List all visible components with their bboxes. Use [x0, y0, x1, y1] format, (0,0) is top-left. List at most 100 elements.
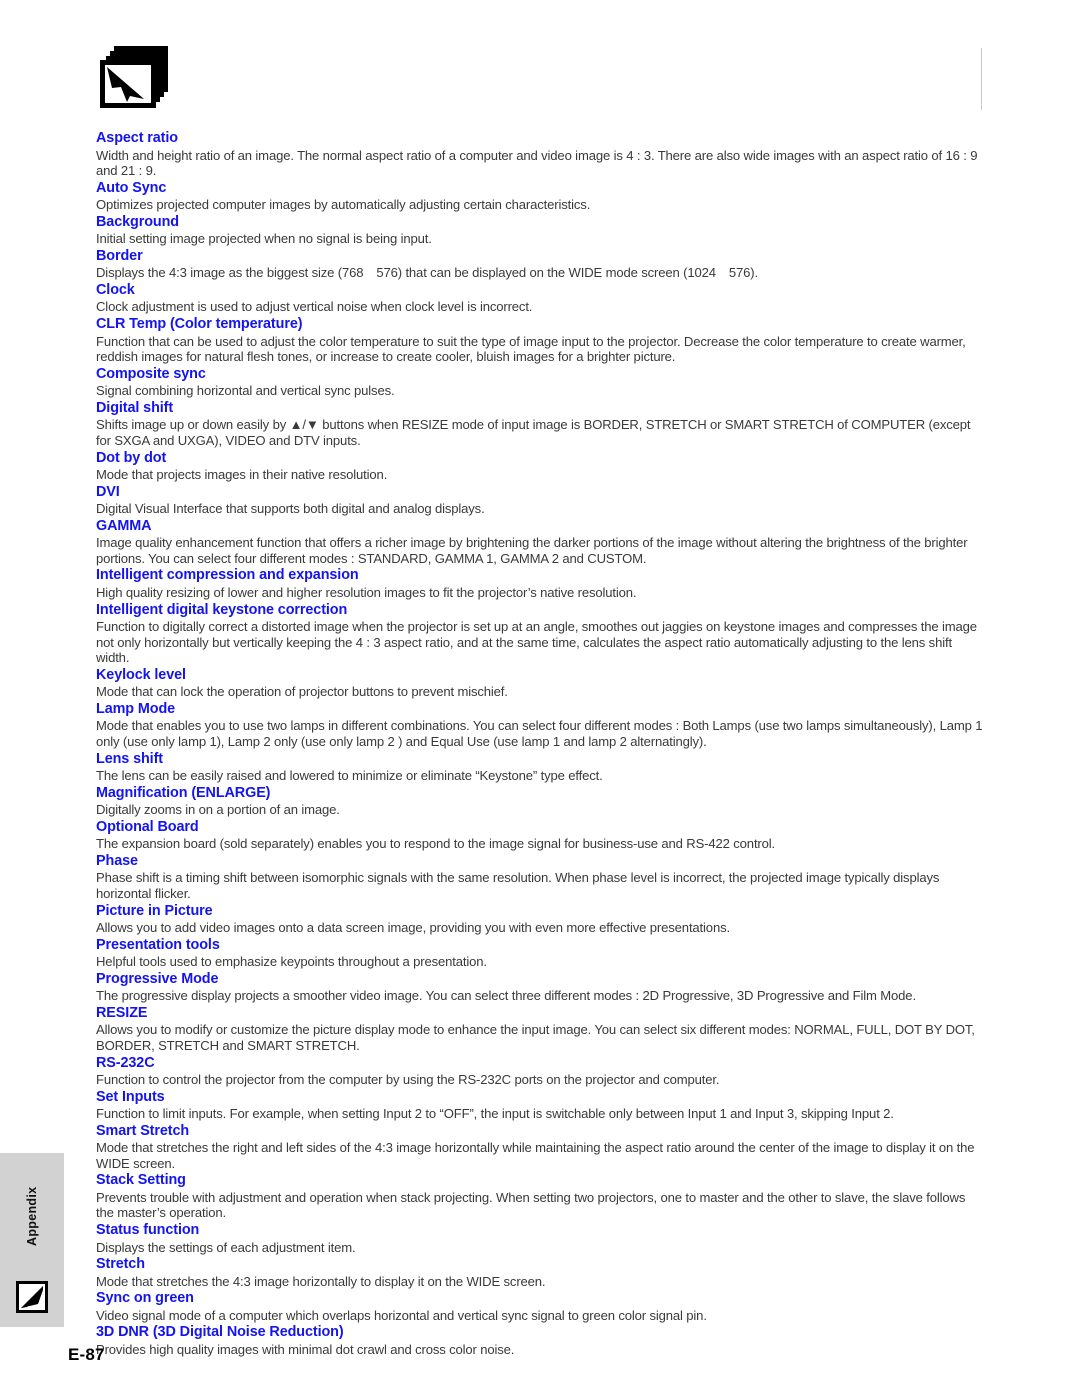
term-label: RS-232C [96, 1054, 155, 1071]
term-label: RESIZE [96, 1004, 148, 1021]
term-label: Background [96, 213, 179, 230]
glossary-entry-dvi: DVI Digital Visual Interface that suppor… [96, 484, 984, 517]
term-description: Width and height ratio of an image. The … [96, 147, 978, 179]
term-description: Provides high quality images with minima… [96, 1341, 515, 1357]
term-description: Digitally zooms in on a portion of an im… [96, 802, 340, 818]
term-description: Function to digitally correct a distorte… [96, 619, 977, 666]
border-desc-part3: 576). [728, 265, 758, 281]
term-label: Intelligent digital keystone correction [96, 601, 348, 618]
term-description: Optimizes projected computer images by a… [96, 197, 591, 213]
glossary-entry-picture-in-picture: Picture in Picture Allows you to add vid… [96, 903, 984, 936]
glossary-entry-phase: Phase Phase shift is a timing shift betw… [96, 853, 984, 902]
term-description: Clock adjustment is used to adjust verti… [96, 299, 533, 315]
glossary-entry-intelligent-compression: Intelligent compression and expansion Hi… [96, 567, 984, 600]
term-label: Stretch [96, 1256, 145, 1273]
term-label: Stack Setting [96, 1172, 186, 1189]
glossary-entry-lamp-mode: Lamp Mode Mode that enables you to use t… [96, 701, 984, 750]
page-corner-icon [16, 1281, 48, 1313]
page-number: E-87 [68, 1345, 105, 1364]
stacked-pages-icon [100, 46, 168, 108]
term-label: Sync on green [96, 1290, 194, 1307]
term-label: CLR Temp (Color temperature) [96, 316, 303, 333]
term-description: Function to control the projector from t… [96, 1072, 720, 1087]
term-description: Mode that stretches the 4:3 image horizo… [96, 1273, 546, 1289]
term-description: Phase shift is a timing shift between is… [96, 870, 940, 901]
glossary-entry-background: Background Initial setting image project… [96, 214, 984, 247]
term-label: Aspect ratio [96, 130, 178, 146]
glossary-entry-optional-board: Optional Board The expansion board (sold… [96, 819, 984, 852]
term-description: Allows you to modify or customize the pi… [96, 1022, 975, 1053]
term-label: Progressive Mode [96, 970, 219, 987]
term-label: Phase [96, 852, 138, 869]
term-description: Shifts image up or down easily by ▲/▼ bu… [96, 417, 984, 448]
term-label: Optional Board [96, 818, 199, 835]
glossary-entry-keystone-correction: Intelligent digital keystone correction … [96, 602, 984, 666]
glossary-entry-status-function: Status function Displays the settings of… [96, 1222, 984, 1255]
section-tab-appendix[interactable]: Appendix [0, 1153, 64, 1327]
term-label: GAMMA [96, 517, 152, 534]
term-description: Allows you to add video images onto a da… [96, 920, 730, 936]
glossary-entry-gamma: GAMMA Image quality enhancement function… [96, 518, 984, 567]
glossary-entry-smart-stretch: Smart Stretch Mode that stretches the ri… [96, 1123, 984, 1172]
glossary-entry-composite-sync: Composite sync Signal combining horizont… [96, 366, 984, 399]
term-description: High quality resizing of lower and highe… [96, 584, 637, 600]
term-description: Helpful tools used to emphasize keypoint… [96, 954, 487, 970]
term-label: Status function [96, 1222, 200, 1239]
term-label: Picture in Picture [96, 902, 213, 919]
glossary-entry-keylock-level: Keylock level Mode that can lock the ope… [96, 667, 984, 700]
term-description: Initial setting image projected when no … [96, 231, 432, 247]
term-description: Displays the 4:3 image as the biggest si… [96, 265, 984, 281]
glossary-entry-3d-dnr: 3D DNR (3D Digital Noise Reduction) Prov… [96, 1324, 984, 1357]
term-label: Clock [96, 281, 135, 298]
term-label: 3D DNR (3D Digital Noise Reduction) [96, 1324, 344, 1341]
term-label: Set Inputs [96, 1088, 165, 1105]
term-description: Mode that can lock the operation of proj… [96, 684, 508, 700]
term-label: Dot by dot [96, 449, 167, 466]
term-label: Magnification (ENLARGE) [96, 784, 271, 801]
term-description: Prevents trouble with adjustment and ope… [96, 1189, 966, 1221]
down-arrow-icon: ▼ [305, 417, 319, 433]
glossary-list: Aspect ratio Width and height ratio of a… [96, 130, 984, 1358]
term-description: Mode that enables you to use two lamps i… [96, 718, 983, 749]
term-label: Smart Stretch [96, 1122, 190, 1139]
term-description: Function that can be used to adjust the … [96, 333, 966, 365]
glossary-entry-lens-shift: Lens shift The lens can be easily raised… [96, 751, 984, 784]
glossary-entry-stretch: Stretch Mode that stretches the 4:3 imag… [96, 1256, 984, 1289]
glossary-entry-stack-setting: Stack Setting Prevents trouble with adju… [96, 1172, 984, 1221]
term-label: Lamp Mode [96, 700, 176, 717]
term-label: Lens shift [96, 750, 163, 767]
term-description: The expansion board (sold separately) en… [96, 836, 776, 852]
term-description: Displays the settings of each adjustment… [96, 1239, 356, 1255]
glossary-entry-digital-shift: Digital shift Shifts image up or down ea… [96, 400, 984, 449]
glossary-entry-auto-sync: Auto Sync Optimizes projected computer i… [96, 180, 984, 213]
glossary-entry-border: Border Displays the 4:3 image as the big… [96, 248, 984, 281]
glossary-entry-aspect-ratio: Aspect ratio Width and height ratio of a… [96, 130, 984, 179]
glossary-entry-clr-temp: CLR Temp (Color temperature) Function th… [96, 316, 984, 365]
term-description: Image quality enhancement function that … [96, 535, 968, 566]
term-description: Mode that stretches the right and left s… [96, 1140, 975, 1171]
up-arrow-icon: ▲ [289, 417, 303, 433]
border-desc-part1: Displays the 4:3 image as the biggest si… [96, 265, 364, 281]
glossary-entry-resize: RESIZE Allows you to modify or customize… [96, 1005, 984, 1054]
term-label: Keylock level [96, 666, 186, 683]
glossary-entry-magnification: Magnification (ENLARGE) Digitally zooms … [96, 785, 984, 818]
glossary-entry-sync-on-green: Sync on green Video signal mode of a com… [96, 1290, 984, 1323]
term-label: Composite sync [96, 365, 206, 382]
term-description: Signal combining horizontal and vertical… [96, 383, 395, 399]
term-description: The lens can be easily raised and lowere… [96, 768, 603, 784]
term-description: Function to limit inputs. For example, w… [96, 1106, 894, 1122]
glossary-entry-rs232c: RS-232C Function to control the projecto… [96, 1055, 984, 1088]
term-label: Presentation tools [96, 936, 220, 953]
term-description: Digital Visual Interface that supports b… [96, 501, 485, 517]
border-desc-part2: 576) that can be displayed on the WIDE m… [376, 265, 716, 281]
term-description: Mode that projects images in their nativ… [96, 467, 388, 483]
glossary-entry-set-inputs: Set Inputs Function to limit inputs. For… [96, 1089, 984, 1122]
glossary-entry-presentation-tools: Presentation tools Helpful tools used to… [96, 937, 984, 970]
header-divider-rule [981, 48, 982, 110]
term-label: Border [96, 247, 143, 264]
term-label: Intelligent compression and expansion [96, 567, 359, 584]
term-description: Video signal mode of a computer which ov… [96, 1307, 707, 1323]
term-label: DVI [96, 483, 120, 500]
digital-shift-desc-part1: Shifts image up or down easily by [96, 417, 287, 433]
manual-page: Aspect ratio Width and height ratio of a… [0, 0, 1080, 1397]
